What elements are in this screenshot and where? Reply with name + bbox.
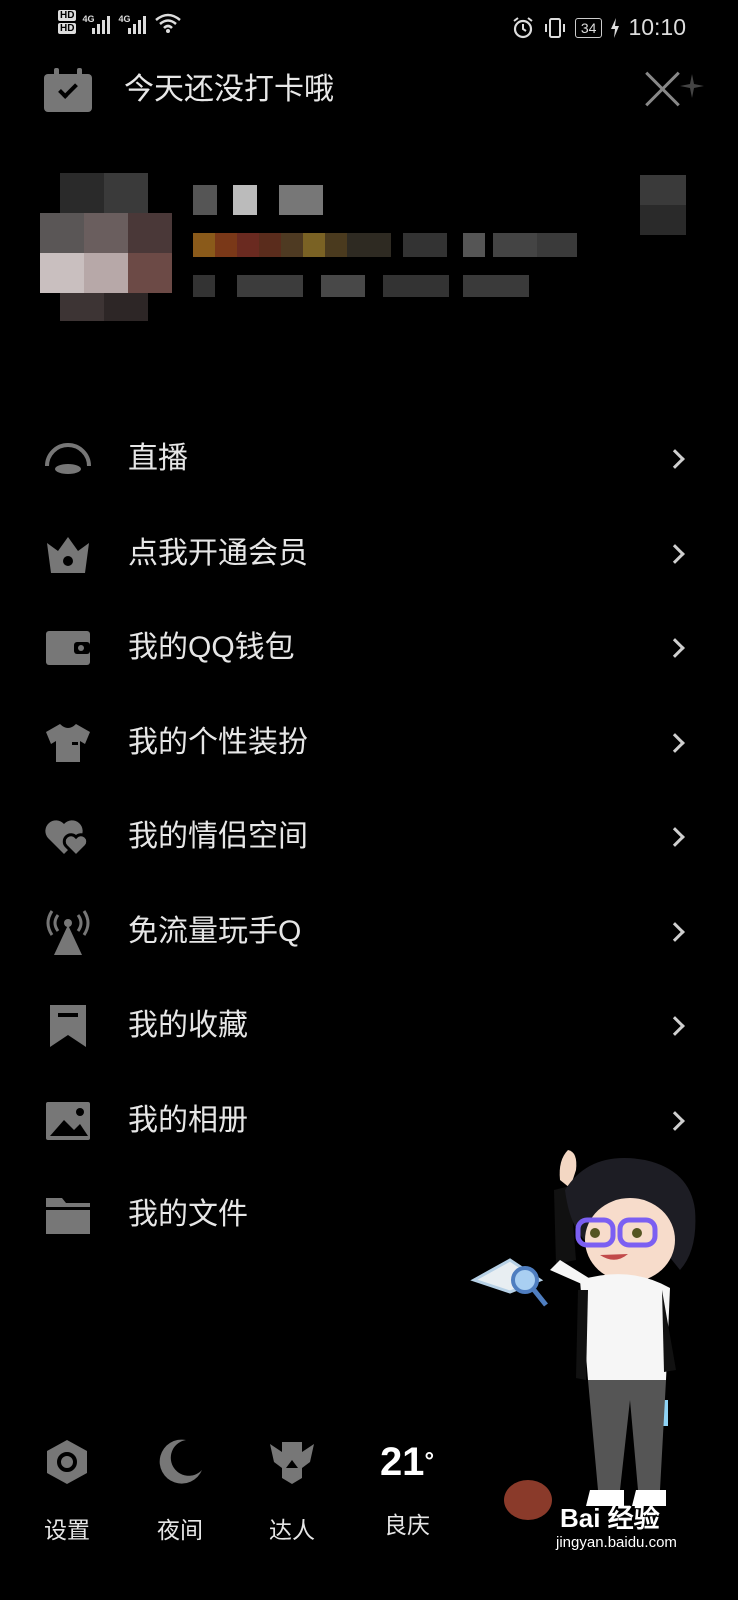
signal-1-icon: 4G — [82, 10, 112, 36]
vip-badges-blurred — [193, 233, 583, 259]
live-icon — [45, 443, 91, 474]
profile-card[interactable] — [40, 165, 700, 330]
menu-item-label: 点我开通会员 — [128, 536, 308, 570]
menu-item-wallet[interactable]: 我的QQ钱包 — [0, 601, 738, 696]
hearts-icon — [45, 820, 90, 859]
charging-icon — [611, 17, 620, 38]
night-mode-button[interactable]: 夜间 — [135, 1438, 225, 1545]
wallet-icon — [46, 631, 90, 665]
menu-item-label: 直播 — [128, 442, 188, 476]
night-label: 夜间 — [157, 1517, 203, 1543]
drawer-menu: 直播 点我开通会员 我的QQ钱包 我的个性装扮 我的情侣空间 免流量玩手Q 我的… — [0, 412, 738, 1263]
alarm-icon — [513, 16, 533, 38]
menu-item-free-data[interactable]: 免流量玩手Q — [0, 885, 738, 980]
chevron-right-icon — [665, 1016, 685, 1037]
menu-item-label: 我的QQ钱包 — [128, 631, 295, 665]
menu-item-theme[interactable]: 我的个性装扮 — [0, 696, 738, 791]
hd-indicator: HD HD — [58, 10, 77, 36]
chevron-right-icon — [665, 1110, 685, 1131]
signal-2-icon: 4G — [118, 10, 148, 36]
bookmark-icon — [50, 1005, 86, 1047]
baidu-watermark: Bai 经验 — [560, 1503, 660, 1533]
status-left: HD HD 4G 4G — [58, 10, 182, 36]
chevron-right-icon — [665, 827, 685, 848]
battery-level: 34 — [574, 17, 603, 38]
menu-item-label: 免流量玩手Q — [128, 914, 302, 948]
city-label: 良庆 — [384, 1512, 430, 1538]
menu-item-live[interactable]: 直播 — [0, 412, 738, 507]
chevron-right-icon — [665, 732, 685, 753]
menu-item-label: 我的文件 — [128, 1198, 248, 1232]
settings-label: 设置 — [44, 1517, 90, 1543]
moon-icon — [159, 1439, 202, 1484]
clock: 10:10 — [628, 14, 686, 40]
status-right: 34 10:10 — [511, 14, 686, 41]
avatar[interactable] — [40, 165, 175, 325]
menu-item-label: 我的情侣空间 — [128, 820, 308, 854]
chevron-right-icon — [665, 921, 685, 942]
close-icon[interactable] — [644, 70, 682, 108]
settings-icon — [47, 1440, 87, 1484]
vip-crown-icon — [47, 536, 89, 573]
winged-badge-icon — [270, 1442, 314, 1484]
hd-label-2: HD — [58, 23, 77, 34]
chevron-right-icon — [665, 638, 685, 659]
expert-label: 达人 — [269, 1517, 315, 1543]
folder-icon — [46, 1198, 90, 1234]
nickname-blurred — [193, 185, 333, 217]
qr-code-blurred[interactable] — [640, 175, 686, 235]
menu-item-vip[interactable]: 点我开通会员 — [0, 507, 738, 602]
menu-item-label: 我的相册 — [128, 1103, 248, 1137]
watermark-url: jingyan.baidu.com — [556, 1534, 677, 1551]
shirt-icon — [46, 723, 90, 762]
menu-item-label: 我的收藏 — [128, 1009, 248, 1043]
hd-label-1: HD — [58, 10, 77, 21]
signal-tower-icon — [46, 909, 90, 955]
sparkle-icon — [680, 74, 704, 98]
photo-icon — [46, 1101, 90, 1140]
vibrate-icon — [544, 17, 565, 38]
expert-button[interactable]: 达人 — [247, 1438, 337, 1545]
wifi-icon — [155, 13, 182, 33]
temperature: 21° — [379, 1440, 435, 1484]
weather-widget[interactable]: 21° 良庆 — [362, 1438, 452, 1540]
status-bar: HD HD 4G 4G 34 10:10 — [0, 0, 738, 56]
menu-item-favorites[interactable]: 我的收藏 — [0, 979, 738, 1074]
chevron-right-icon — [665, 543, 685, 564]
checkin-prompt[interactable]: 今天还没打卡哦 — [124, 70, 334, 110]
signature-blurred — [193, 275, 553, 301]
menu-item-couple-space[interactable]: 我的情侣空间 — [0, 790, 738, 885]
menu-item-label: 我的个性装扮 — [128, 725, 308, 759]
chevron-right-icon — [665, 449, 685, 470]
calendar-check-icon[interactable] — [44, 68, 92, 112]
settings-button[interactable]: 设置 — [22, 1438, 112, 1545]
